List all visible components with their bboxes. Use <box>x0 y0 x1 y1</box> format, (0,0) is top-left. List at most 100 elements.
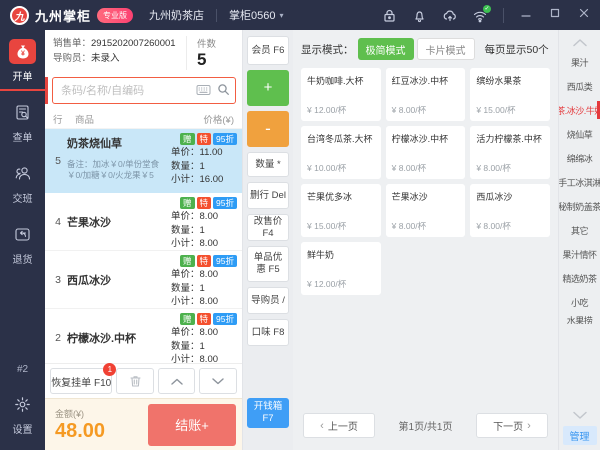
product-card-price: ¥ 15.00/杯 <box>307 220 375 232</box>
search-icon[interactable] <box>217 83 230 101</box>
nav-item-check-orders[interactable]: 查单 <box>0 91 45 152</box>
scroll-up-button[interactable] <box>158 368 196 394</box>
keyboard-icon[interactable] <box>196 83 211 101</box>
discount-badge: 95折 <box>213 197 237 209</box>
order-row[interactable]: 4 芒果冰沙 赠 特 95折 单价：8.00 数量：1 小计：8.00 <box>45 193 242 251</box>
quantity: 数量：1 <box>163 340 237 354</box>
page-info: 第1页/共1页 <box>375 418 476 433</box>
chevron-down-icon: ▾ <box>280 11 284 20</box>
product-card-price: ¥ 8.00/杯 <box>476 162 544 174</box>
item-count: 件数 5 <box>186 36 236 70</box>
nav-item-new-order[interactable]: ¥ 开单 <box>0 30 45 91</box>
guide-button[interactable]: 导购员 / <box>247 287 289 314</box>
order-row[interactable]: 2 柠檬冰沙.中杯 赠 特 95折 单价：8.00 数量：1 小计：8.00 <box>45 309 242 363</box>
product-card[interactable]: 活力柠檬茶.中杯 ¥ 8.00/杯 <box>470 126 550 179</box>
product-grid: 牛奶咖啡.大杯 ¥ 12.00/杯 红豆冰沙.中杯 ¥ 8.00/杯 缤纷水果茶… <box>301 68 550 295</box>
category-item[interactable]: 果汁情怀 <box>559 242 600 266</box>
product-card[interactable]: 红豆冰沙.中杯 ¥ 8.00/杯 <box>386 68 466 121</box>
next-page-button[interactable]: 下一页 › <box>476 413 548 438</box>
category-item[interactable]: 果汁 <box>559 50 600 74</box>
subtotal: 小计：8.00 <box>163 237 237 251</box>
scroll-down-button[interactable] <box>199 368 237 394</box>
category-item[interactable]: 精选奶茶 <box>559 266 600 290</box>
minimize-button[interactable] <box>520 6 532 24</box>
nav-label: 查单 <box>13 129 33 144</box>
product-card[interactable]: 芒果优多冰 ¥ 15.00/杯 <box>301 184 381 237</box>
subtotal: 小计：8.00 <box>163 295 237 309</box>
product-card[interactable]: 牛奶咖啡.大杯 ¥ 12.00/杯 <box>301 68 381 121</box>
change-price-button[interactable]: 改售价 F4 <box>247 214 289 241</box>
gear-icon <box>9 392 36 417</box>
account-menu[interactable]: 掌柜0560 ▾ <box>229 7 284 23</box>
app-logo-icon: 九 <box>10 6 29 25</box>
product-card[interactable]: 西瓜冰沙 ¥ 8.00/杯 <box>470 184 550 237</box>
nav-item-settings[interactable]: 设置 <box>0 383 45 444</box>
category-item[interactable]: 西瓜类 <box>559 74 600 98</box>
category-item[interactable]: 水果捞 <box>559 314 600 324</box>
product-card-price: ¥ 10.00/杯 <box>307 162 375 174</box>
product-card-name: 芒果冰沙 <box>392 190 460 203</box>
flavor-button[interactable]: 口味 F8 <box>247 319 289 346</box>
decrease-qty-button[interactable]: - <box>247 111 289 147</box>
left-nav: ¥ 开单 查单 交班 <box>0 30 45 450</box>
category-scroll-up-button[interactable] <box>559 34 600 50</box>
per-page-label: 每页显示50个 <box>485 42 549 57</box>
delete-row-button[interactable]: 删行 Del <box>247 182 289 209</box>
hold-count-badge: 1 <box>103 363 116 376</box>
row-badges: 赠 特 95折 <box>180 313 237 325</box>
product-card-price: ¥ 8.00/杯 <box>392 220 460 232</box>
minimal-mode-button[interactable]: 极简模式 <box>358 38 414 60</box>
discount-badge: 95折 <box>213 255 237 267</box>
clear-order-button[interactable] <box>116 368 154 394</box>
order-panel: 销售单：2915202007260001 导购员：未录入 件数 5 <box>45 30 243 450</box>
wifi-status-icon[interactable]: ✓ <box>472 8 487 23</box>
manage-categories-button[interactable]: 管理 <box>563 426 597 445</box>
category-item[interactable]: 烧仙草 <box>559 122 600 146</box>
nav-item-shift-change[interactable]: 交班 <box>0 152 45 213</box>
product-name: 柠檬冰沙.中杯 <box>67 330 163 346</box>
prev-page-button[interactable]: ‹ 上一页 <box>303 413 375 438</box>
order-row[interactable]: 5 奶茶烧仙草 备注：加冰￥0/单份堂食￥0/加糖￥0/火龙果￥5 赠 特 95… <box>45 129 242 193</box>
product-card[interactable]: 芒果冰沙 ¥ 8.00/杯 <box>386 184 466 237</box>
notification-bell-icon[interactable] <box>412 8 427 23</box>
open-cash-drawer-button[interactable]: 开钱箱 F7 <box>247 398 289 428</box>
category-item[interactable]: 其它 <box>559 218 600 242</box>
row-number: 2 <box>49 313 67 362</box>
category-item[interactable]: 绵绵冰 <box>559 146 600 170</box>
total-label: 金额(¥) <box>55 407 148 420</box>
category-item[interactable]: 手工冰淇淋 <box>559 170 600 194</box>
item-discount-button[interactable]: 单品优惠 F5 <box>247 246 289 282</box>
product-card-name: 台湾冬瓜茶.大杯 <box>307 132 375 145</box>
product-card-price: ¥ 15.00/杯 <box>476 104 544 116</box>
close-button[interactable] <box>578 6 590 24</box>
svg-text:¥: ¥ <box>21 50 25 57</box>
product-card[interactable]: 台湾冬瓜茶.大杯 ¥ 10.00/杯 <box>301 126 381 179</box>
product-card-name: 缤纷水果茶 <box>476 74 544 87</box>
titlebar-divider <box>216 9 217 22</box>
product-card-name: 牛奶咖啡.大杯 <box>307 74 375 87</box>
order-row[interactable]: 3 西瓜冰沙 赠 特 95折 单价：8.00 数量：1 小计：8.00 <box>45 251 242 309</box>
checkout-button[interactable]: 结账+ <box>148 404 236 446</box>
station-number: #2 <box>17 358 28 381</box>
maximize-button[interactable] <box>549 6 561 24</box>
category-item[interactable]: 秘制奶盖茶 <box>559 194 600 218</box>
cloud-sync-icon[interactable] <box>442 8 457 23</box>
order-actions-row: 恢复挂单 F10 1 <box>45 363 242 398</box>
category-scroll-down-button[interactable] <box>559 407 600 423</box>
product-card[interactable]: 柠檬冰沙.中杯 ¥ 8.00/杯 <box>386 126 466 179</box>
chevron-up-icon <box>170 377 184 386</box>
people-icon <box>9 161 36 186</box>
card-mode-button[interactable]: 卡片模式 <box>417 38 475 60</box>
product-card[interactable]: 缤纷水果茶 ¥ 15.00/杯 <box>470 68 550 121</box>
nav-label: 开单 <box>13 68 33 83</box>
quantity-button[interactable]: 数量 * <box>247 152 289 177</box>
category-item-active[interactable]: 茶.冰沙.牛奶 <box>559 98 600 122</box>
row-badges: 赠 特 95折 <box>180 255 237 267</box>
lock-icon[interactable] <box>382 8 397 23</box>
increase-qty-button[interactable]: + <box>247 70 289 106</box>
nav-item-returns[interactable]: 退货 <box>0 213 45 274</box>
product-card[interactable]: 鲜牛奶 ¥ 12.00/杯 <box>301 242 381 295</box>
category-item[interactable]: 小吃 <box>559 290 600 314</box>
restore-hold-button[interactable]: 恢复挂单 F10 1 <box>50 368 112 394</box>
member-button[interactable]: 会员 F6 <box>247 36 289 65</box>
